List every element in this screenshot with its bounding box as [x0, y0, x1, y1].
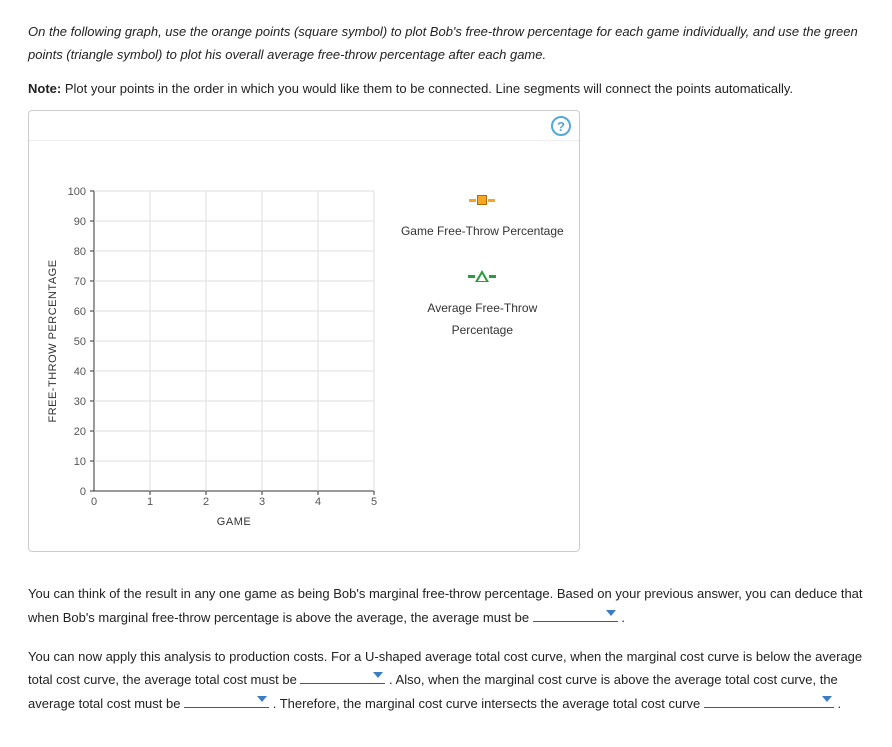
ytick-50: 50 [74, 336, 86, 348]
ytick-20: 20 [74, 426, 86, 438]
xtick-0: 0 [91, 496, 97, 508]
dropdown-intersect[interactable] [704, 692, 834, 708]
dropdown-atc-above[interactable] [184, 692, 269, 708]
xtick-2: 2 [203, 496, 209, 508]
xtick-5: 5 [371, 496, 377, 508]
ytick-100: 100 [68, 186, 86, 198]
q2-text-c: . Therefore, the marginal cost curve int… [273, 696, 704, 711]
ytick-40: 40 [74, 366, 86, 378]
y-axis-label: FREE-THROW PERCENTAGE [47, 260, 59, 423]
note-label: Note: [28, 81, 61, 96]
question-paragraph-2: You can now apply this analysis to produ… [28, 645, 864, 715]
xtick-3: 3 [259, 496, 265, 508]
xtick-1: 1 [147, 496, 153, 508]
ytick-70: 70 [74, 276, 86, 288]
instruction-text: On the following graph, use the orange p… [28, 20, 864, 67]
q2-text-d: . [837, 696, 841, 711]
chart-panel: ? 0 10 [28, 110, 580, 552]
legend-label-1: Game Free-Throw Percentage [401, 224, 564, 238]
ytick-60: 60 [74, 306, 86, 318]
q1-text-a: You can think of the result in any one g… [28, 586, 863, 624]
note-line: Note: Plot your points in the order in w… [28, 77, 864, 100]
ytick-30: 30 [74, 396, 86, 408]
dropdown-average-direction[interactable] [533, 606, 618, 622]
ytick-80: 80 [74, 246, 86, 258]
legend-label-2: Average Free-Throw Percentage [427, 301, 537, 337]
x-axis-label: GAME [217, 516, 251, 528]
legend-item-average-percentage[interactable]: Average Free-Throw Percentage [396, 268, 569, 341]
chart-legend: Game Free-Throw Percentage Average Free-… [396, 171, 569, 531]
chart-toolbar: ? [29, 111, 579, 141]
triangle-icon [468, 268, 496, 290]
help-icon[interactable]: ? [551, 116, 571, 136]
q1-text-b: . [621, 610, 625, 625]
chart-plot-area[interactable]: 0 10 20 30 40 [39, 171, 396, 531]
legend-item-game-percentage[interactable]: Game Free-Throw Percentage [396, 191, 569, 242]
ytick-10: 10 [74, 456, 86, 468]
square-icon [477, 191, 487, 213]
question-paragraph-1: You can think of the result in any one g… [28, 582, 864, 629]
dropdown-atc-below[interactable] [300, 668, 385, 684]
note-text: Plot your points in the order in which y… [61, 81, 793, 96]
ytick-0: 0 [80, 486, 86, 498]
ytick-90: 90 [74, 216, 86, 228]
xtick-4: 4 [315, 496, 321, 508]
